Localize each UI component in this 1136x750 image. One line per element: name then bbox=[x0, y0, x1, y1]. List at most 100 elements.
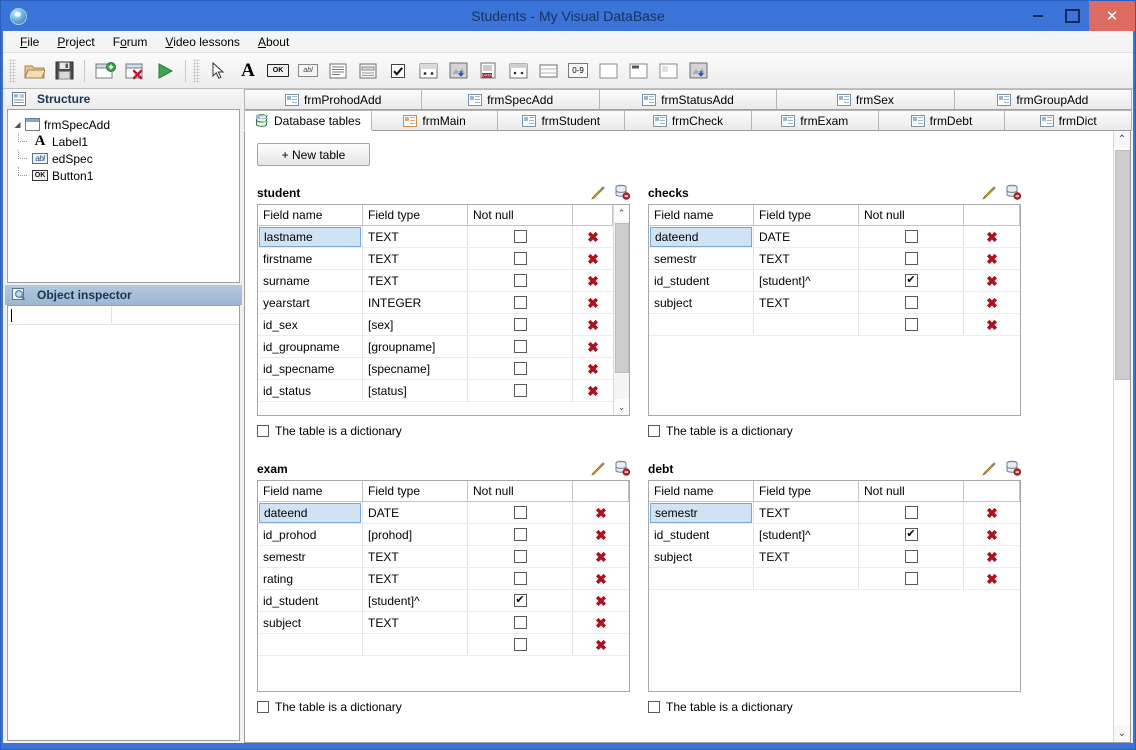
field-name-cell[interactable]: surname bbox=[258, 270, 363, 291]
column-header-field-type[interactable]: Field type bbox=[754, 205, 859, 225]
not-null-cell[interactable]: ✔ bbox=[859, 270, 964, 291]
field-name-cell[interactable]: lastname bbox=[258, 226, 363, 247]
not-null-checkbox[interactable] bbox=[513, 340, 527, 353]
table-row[interactable]: id_status [status] ✖ bbox=[258, 380, 613, 402]
delete-field-icon[interactable]: ✖ bbox=[587, 362, 599, 376]
field-type-cell[interactable] bbox=[363, 634, 468, 655]
image-tool-icon[interactable] bbox=[443, 57, 473, 85]
not-null-cell[interactable] bbox=[468, 336, 573, 357]
field-name-cell[interactable]: id_prohod bbox=[258, 524, 363, 545]
not-null-checkbox[interactable] bbox=[513, 572, 527, 585]
column-header-field-type[interactable]: Field type bbox=[363, 481, 468, 501]
field-type-cell[interactable]: DATE bbox=[754, 226, 859, 247]
dictionary-checkbox[interactable] bbox=[648, 701, 660, 713]
object-inspector-body[interactable] bbox=[7, 305, 240, 741]
delete-field-cell[interactable]: ✖ bbox=[573, 292, 613, 313]
tree-node-label1[interactable]: A Label1 bbox=[12, 133, 235, 150]
table-row[interactable]: subject TEXT ✖ bbox=[649, 546, 1020, 568]
delete-field-cell[interactable]: ✖ bbox=[573, 634, 629, 655]
delete-field-cell[interactable]: ✖ bbox=[964, 248, 1020, 269]
delete-field-cell[interactable]: ✖ bbox=[573, 226, 613, 247]
grid-scroll-track[interactable] bbox=[613, 221, 629, 399]
field-name-cell[interactable]: id_sex bbox=[258, 314, 363, 335]
not-null-checkbox[interactable] bbox=[904, 550, 918, 563]
field-type-cell[interactable]: TEXT bbox=[363, 612, 468, 633]
not-null-cell[interactable] bbox=[468, 358, 573, 379]
table-row[interactable]: id_groupname [groupname] ✖ bbox=[258, 336, 613, 358]
picture-tool-icon[interactable] bbox=[683, 57, 713, 85]
table-row[interactable]: ✖ bbox=[258, 634, 629, 656]
field-type-cell[interactable]: INTEGER bbox=[363, 292, 468, 313]
not-null-cell[interactable] bbox=[468, 248, 573, 269]
table-row[interactable]: semestr TEXT ✖ bbox=[649, 248, 1020, 270]
delete-field-icon[interactable]: ✖ bbox=[986, 550, 998, 564]
table-row[interactable]: lastname TEXT ✖ bbox=[258, 226, 613, 248]
field-name-cell[interactable]: firstname bbox=[258, 248, 363, 269]
dictionary-row[interactable]: The table is a dictionary bbox=[648, 698, 1021, 716]
delete-field-icon[interactable]: ✖ bbox=[587, 252, 599, 266]
dictionary-checkbox[interactable] bbox=[257, 701, 269, 713]
toolbar-grip-1[interactable] bbox=[9, 58, 16, 83]
not-null-cell[interactable] bbox=[468, 314, 573, 335]
field-name-cell[interactable] bbox=[649, 568, 754, 589]
not-null-checkbox[interactable] bbox=[513, 638, 527, 651]
maximize-button[interactable] bbox=[1055, 1, 1089, 31]
not-null-checkbox[interactable] bbox=[904, 572, 918, 585]
column-header-not-null[interactable]: Not null bbox=[468, 481, 573, 501]
column-header-not-null[interactable]: Not null bbox=[468, 205, 573, 225]
not-null-checkbox[interactable] bbox=[513, 528, 527, 541]
field-type-cell[interactable]: [student]^ bbox=[363, 590, 468, 611]
table-row[interactable]: subject TEXT ✖ bbox=[649, 292, 1020, 314]
not-null-cell[interactable]: ✔ bbox=[859, 524, 964, 545]
table-row[interactable]: id_student [student]^ ✔ ✖ bbox=[258, 590, 629, 612]
delete-field-icon[interactable]: ✖ bbox=[587, 274, 599, 288]
not-null-cell[interactable] bbox=[859, 226, 964, 247]
field-name-cell[interactable]: dateend bbox=[649, 226, 754, 247]
table-row[interactable]: firstname TEXT ✖ bbox=[258, 248, 613, 270]
run-project-icon[interactable] bbox=[150, 57, 180, 85]
not-null-checkbox[interactable] bbox=[513, 274, 527, 287]
table-row[interactable]: rating TEXT ✖ bbox=[258, 568, 629, 590]
not-null-checkbox[interactable] bbox=[513, 362, 527, 375]
field-type-cell[interactable]: TEXT bbox=[363, 226, 468, 247]
tab-frmprohodadd[interactable]: frmProhodAdd bbox=[244, 89, 423, 110]
memo-tool-icon[interactable] bbox=[323, 57, 353, 85]
field-type-cell[interactable]: [sex] bbox=[363, 314, 468, 335]
delete-field-icon[interactable]: ✖ bbox=[986, 528, 998, 542]
dictionary-checkbox[interactable] bbox=[257, 425, 269, 437]
not-null-checkbox[interactable]: ✔ bbox=[513, 594, 527, 607]
save-project-icon[interactable] bbox=[49, 57, 79, 85]
table-row[interactable]: id_prohod [prohod] ✖ bbox=[258, 524, 629, 546]
menu-about[interactable]: About bbox=[249, 33, 298, 51]
column-header-field-name[interactable]: Field name bbox=[258, 481, 363, 501]
column-header-field-name[interactable]: Field name bbox=[649, 481, 754, 501]
number-tool-icon[interactable]: 0-9 bbox=[563, 57, 593, 85]
pencil-edit-icon[interactable] bbox=[590, 460, 606, 476]
field-type-cell[interactable] bbox=[754, 314, 859, 335]
not-null-checkbox[interactable] bbox=[513, 230, 527, 243]
database-delete-icon[interactable] bbox=[1005, 460, 1022, 476]
not-null-cell[interactable] bbox=[468, 546, 573, 567]
not-null-checkbox[interactable]: ✔ bbox=[904, 528, 918, 541]
delete-form-icon[interactable] bbox=[120, 57, 150, 85]
table-row[interactable]: dateend DATE ✖ bbox=[649, 226, 1020, 248]
delete-field-cell[interactable]: ✖ bbox=[964, 502, 1020, 523]
tab-frmmain[interactable]: frmMain bbox=[370, 110, 499, 131]
not-null-cell[interactable] bbox=[859, 502, 964, 523]
delete-field-cell[interactable]: ✖ bbox=[964, 270, 1020, 291]
not-null-cell[interactable] bbox=[468, 226, 573, 247]
delete-field-cell[interactable]: ✖ bbox=[573, 270, 613, 291]
field-name-cell[interactable]: semestr bbox=[649, 502, 754, 523]
not-null-cell[interactable] bbox=[468, 612, 573, 633]
not-null-cell[interactable] bbox=[468, 524, 573, 545]
table-row[interactable]: subject TEXT ✖ bbox=[258, 612, 629, 634]
database-delete-icon[interactable] bbox=[614, 460, 631, 476]
field-name-cell[interactable]: semestr bbox=[649, 248, 754, 269]
tree-node-frmspecadd[interactable]: ◢ frmSpecAdd bbox=[12, 116, 235, 133]
field-name-cell[interactable]: rating bbox=[258, 568, 363, 589]
delete-field-cell[interactable]: ✖ bbox=[964, 524, 1020, 545]
scroll-down-button[interactable]: ⌄ bbox=[1114, 725, 1131, 742]
tab-frmdict[interactable]: frmDict bbox=[1004, 110, 1133, 131]
field-type-cell[interactable]: TEXT bbox=[754, 248, 859, 269]
inspector-key-cell[interactable] bbox=[8, 306, 112, 324]
